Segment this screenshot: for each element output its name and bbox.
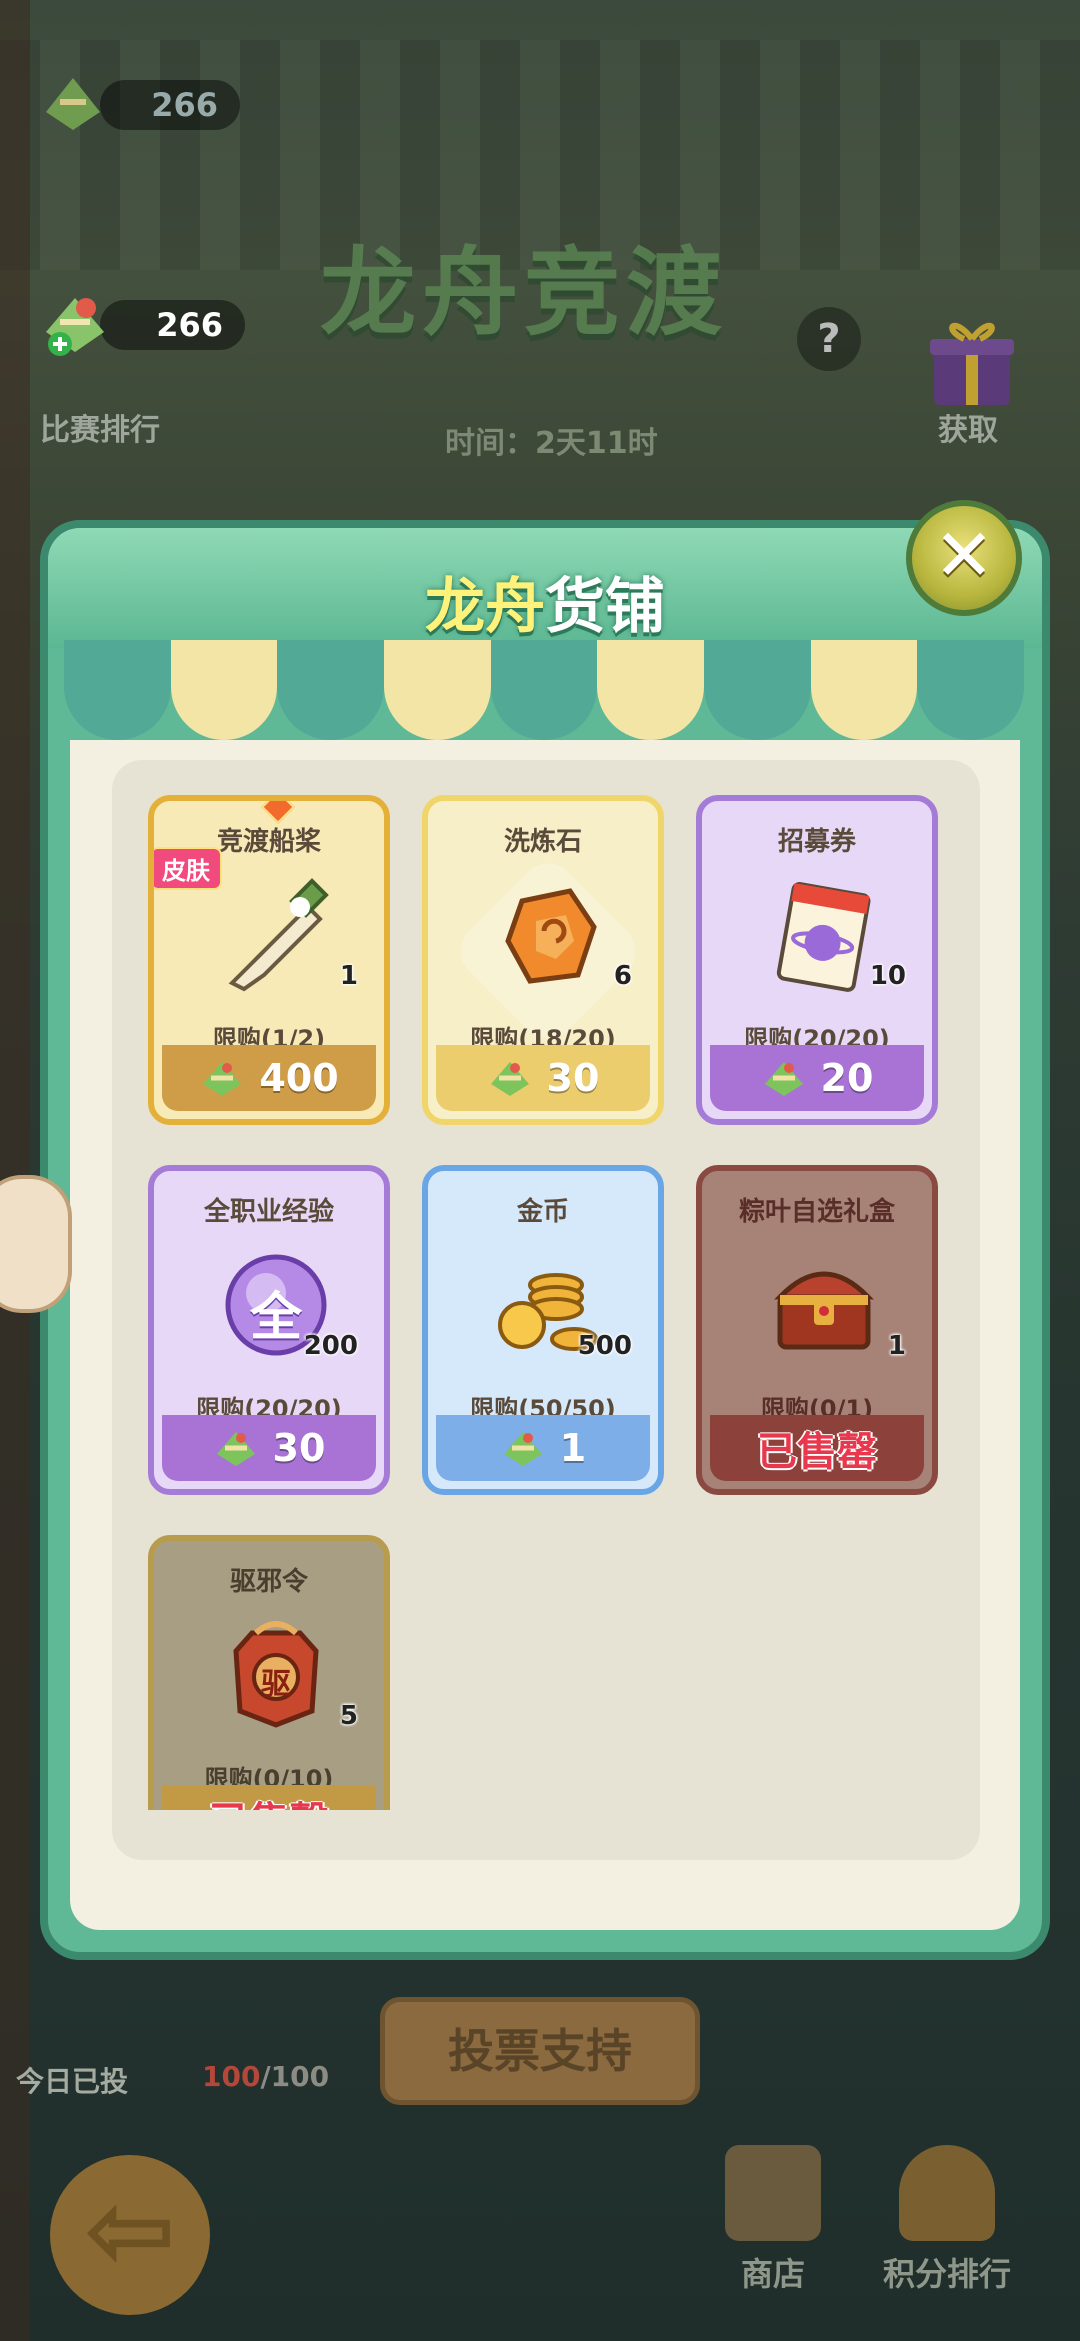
item-name: 粽叶自选礼盒 [738,1197,895,1227]
zongzi-add-icon[interactable] [40,292,110,358]
item-quantity: 1 [339,961,358,991]
currency-pill-top: 266 [100,80,240,130]
today-total: /100 [260,2060,330,2093]
nav-points-rank[interactable]: 积分排行 [872,2145,1022,2295]
item-name: 金币 [516,1197,569,1227]
side-avatar[interactable] [0,1175,72,1313]
currency-value: 266 [156,306,223,344]
zongzi-icon [503,1432,542,1466]
item-name: 驱邪令 [229,1567,308,1597]
close-icon[interactable]: ✕ [906,500,1022,616]
item-name: 全职业经验 [203,1197,334,1227]
stone-icon [486,871,614,999]
buy-button[interactable]: 1 [436,1415,650,1481]
token-label: 驱 [261,1667,291,1702]
trophy-icon [899,2145,995,2241]
zongzi-icon [490,1062,529,1096]
shop-icon [725,2145,821,2241]
item-price: 30 [272,1426,326,1470]
item-price: 1 [559,1426,587,1470]
timer-text: 时间：2天11时 [445,426,658,461]
oar-icon [212,871,340,999]
item-quantity: 6 [613,961,632,991]
item-quantity: 500 [577,1331,632,1361]
modal-title: 龙舟货铺 [48,558,1042,645]
token-icon: 驱 [212,1611,340,1739]
shop-item-ticket[interactable]: 招募券 10 限购(20/20) 20 [696,795,938,1125]
shop-item-token: 驱邪令 驱 5 限购(0/10) 已售罄 [148,1535,390,1810]
background-pillar [0,0,30,2341]
zongzi-icon [216,1432,255,1466]
zongzi-icon [764,1062,803,1096]
buy-button[interactable]: 30 [162,1415,376,1481]
gem-icon [261,801,295,824]
nav-shop[interactable]: 商店 [698,2145,848,2295]
item-price: 已售罄 [757,1429,877,1475]
item-price: 20 [820,1056,874,1100]
get-label[interactable]: 获取 [938,405,998,449]
gift-icon[interactable] [924,315,1020,409]
chest-icon [760,1241,888,1369]
ticket-icon [760,871,888,999]
shop-item-coins[interactable]: 金币 500 限购(50/50) 1 [422,1165,664,1495]
today-voted-label: 今日已投 [16,2065,129,2098]
item-quantity: 5 [339,1701,358,1731]
item-clip: 驱邪令 驱 5 限购(0/10) 已售罄 [148,1535,390,1810]
item-price: 已售罄 [209,1789,329,1810]
today-used: 100 [202,2060,261,2093]
item-name: 招募券 [777,827,856,857]
today-voted-value: 100/100 [202,2060,329,2093]
sold-out-label: 已售罄 [710,1415,924,1481]
item-name: 洗炼石 [503,827,582,857]
currency-pill[interactable]: 266 [100,300,245,350]
zongzi-icon [203,1062,242,1096]
buy-button[interactable]: 30 [436,1045,650,1111]
event-title: 龙舟竞渡 [320,237,728,349]
nav-shop-label: 商店 [740,2255,805,2293]
vote-button[interactable]: 投票支持 [380,1997,700,2105]
item-quantity: 1 [887,1331,906,1361]
shop-item-oar[interactable]: 竞渡船桨 皮肤 1 限购(1/2) 400 [148,795,390,1125]
modal-title-highlight: 龙舟 [425,572,545,642]
item-price: 400 [259,1056,339,1100]
item-quantity: 200 [303,1331,358,1361]
rank-label[interactable]: 比赛排行 [40,405,160,449]
awning [64,640,1025,740]
buy-button[interactable]: 20 [710,1045,924,1111]
shop-item-exp[interactable]: 全职业经验 全 200 限购(20/20) 30 [148,1165,390,1495]
currency-value-top: 266 [151,86,218,124]
modal-title-rest: 货铺 [545,572,665,642]
item-quantity: 10 [869,961,906,991]
shop-item-chest: 粽叶自选礼盒 1 限购(0/1) 已售罄 [696,1165,938,1495]
item-price: 30 [546,1056,600,1100]
back-arrow-icon[interactable]: ⇦ [50,2155,210,2315]
zongzi-icon [40,72,106,136]
sold-out-label: 已售罄 [162,1785,376,1810]
buy-button[interactable]: 400 [162,1045,376,1111]
shop-item-stone[interactable]: 洗炼石 6 限购(18/20) 30 [422,795,664,1125]
question-icon[interactable]: ? [797,307,861,371]
nav-rank-label: 积分排行 [882,2255,1011,2293]
modal-header: 龙舟货铺 [48,528,1042,648]
